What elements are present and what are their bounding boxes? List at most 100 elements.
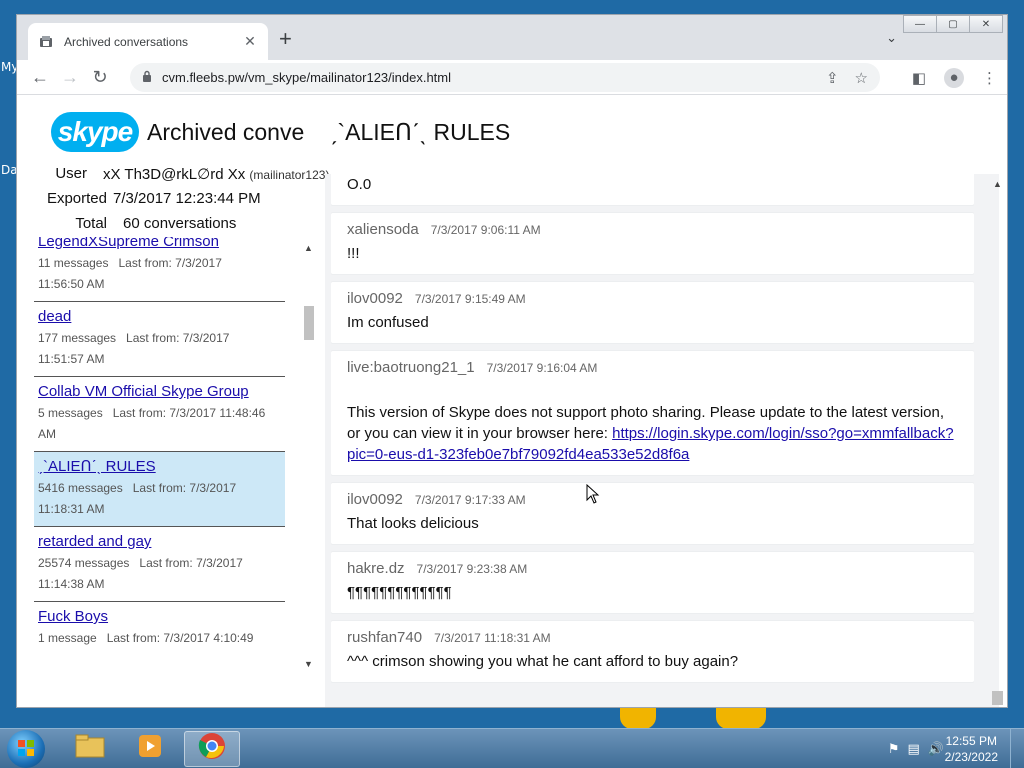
conversation-item[interactable]: LegendXSupreme Crimson 11 messages Last f… bbox=[34, 237, 285, 302]
conversation-item[interactable]: Collab VM Official Skype Group 5 message… bbox=[34, 377, 285, 452]
conversation-list[interactable]: LegendXSupreme Crimson 11 messages Last f… bbox=[34, 237, 285, 687]
conversation-count: 177 messages bbox=[38, 331, 117, 345]
taskbar-clock[interactable]: 12:55 PM 2/23/2022 bbox=[945, 733, 998, 765]
conversation-last: Last from: 7/3/2017 bbox=[139, 556, 243, 570]
message: rushfan740 7/3/2017 11:18:31 AM ^^^ crims… bbox=[331, 621, 974, 682]
maximize-icon: ▢ bbox=[948, 18, 958, 30]
share-icon[interactable]: ⇪ bbox=[826, 69, 839, 87]
conversation-link[interactable]: LegendXSupreme Crimson bbox=[38, 237, 281, 253]
taskbar-explorer[interactable] bbox=[62, 731, 118, 767]
close-icon: ✕ bbox=[981, 18, 991, 30]
conversation-last: Last from: 7/3/2017 bbox=[126, 331, 230, 345]
taskbar-media-player[interactable] bbox=[122, 731, 178, 767]
meta-total-key: Total bbox=[75, 215, 107, 232]
new-tab-button[interactable]: + bbox=[279, 28, 292, 50]
side-panel-icon[interactable]: ◧ bbox=[912, 69, 926, 87]
meta-user-name: xX Th3D@rkL∅rd Xx bbox=[103, 165, 246, 183]
conversation-info: 5 messages Last from: 7/3/2017 11:48:46 AM bbox=[38, 403, 281, 445]
message-author: live:baotruong21_1 bbox=[347, 359, 475, 376]
folder-icon bbox=[75, 734, 105, 764]
message: O.0 bbox=[331, 174, 974, 205]
volume-icon[interactable]: 🔊 bbox=[928, 741, 944, 757]
message-text: ^^^ crimson showing you what he cant aff… bbox=[347, 653, 739, 670]
meta-user-key: User bbox=[55, 165, 87, 182]
bookmark-star-icon[interactable]: ☆ bbox=[855, 69, 868, 87]
start-button[interactable] bbox=[7, 730, 45, 768]
message-author: hakre.dz bbox=[347, 560, 405, 577]
menu-kebab-icon[interactable]: ⋮ bbox=[982, 69, 997, 87]
network-icon[interactable]: ▤ bbox=[908, 741, 920, 757]
scroll-up-arrow-icon[interactable]: ▲ bbox=[304, 243, 313, 253]
media-player-icon bbox=[137, 733, 163, 765]
conversation-count: 1 message bbox=[38, 631, 97, 645]
conversation-time: 11:56:50 AM bbox=[38, 277, 105, 291]
conversation-item[interactable]: retarded and gay 25574 messages Last from… bbox=[34, 527, 285, 602]
tab-title: Archived conversations bbox=[64, 34, 189, 49]
meta-user-id: (mailinator123) bbox=[249, 167, 330, 182]
tab-search-icon[interactable]: ⌄ bbox=[886, 30, 897, 46]
windows-logo-icon bbox=[17, 739, 35, 760]
action-center-flag-icon[interactable]: ⚑ bbox=[888, 741, 900, 757]
address-bar[interactable]: cvm.fleebs.pw/vm_skype/mailinator123/ind… bbox=[130, 63, 880, 92]
sidebar-scrollbar[interactable]: ▲ ▼ bbox=[304, 239, 314, 669]
conversation-count: 5416 messages bbox=[38, 481, 123, 495]
conversation-item[interactable]: Fuck Boys 1 message Last from: 7/3/2017 4… bbox=[34, 602, 285, 655]
conversation-item[interactable]: dead 177 messages Last from: 7/3/2017 11:5… bbox=[34, 302, 285, 377]
show-desktop-button[interactable] bbox=[1010, 729, 1024, 768]
tab-archived-conversations[interactable]: Archived conversations ✕ bbox=[28, 23, 268, 60]
page-header: skype Archived conve ˏ`ALIEՈˊˎ RULES bbox=[51, 109, 510, 155]
conversation-link[interactable]: retarded and gay bbox=[38, 531, 281, 553]
scroll-down-arrow-icon[interactable]: ▼ bbox=[304, 659, 313, 669]
toolbar-right: ◧ ● ⋮ bbox=[912, 60, 997, 95]
conversation-item-selected[interactable]: ˏ`ALIEՈˊˎ RULES 5416 messages Last from: … bbox=[34, 452, 285, 527]
chrome-icon bbox=[198, 732, 226, 766]
browser-toolbar: ← → ↻ cvm.fleebs.pw/vm_skype/mailinator1… bbox=[17, 60, 1007, 95]
scroll-thumb[interactable] bbox=[992, 691, 1003, 705]
back-button[interactable]: ← bbox=[25, 67, 55, 88]
message: hakre.dz 7/3/2017 9:23:38 AM ¶¶¶¶¶¶¶¶¶¶¶¶… bbox=[331, 552, 974, 613]
conversation-last: Last from: 7/3/2017 bbox=[118, 256, 222, 270]
address-url[interactable]: cvm.fleebs.pw/vm_skype/mailinator123/ind… bbox=[162, 70, 810, 85]
forward-button[interactable]: → bbox=[55, 67, 85, 88]
message-text: ¶¶¶¶¶¶¶¶¶¶¶¶¶ bbox=[347, 584, 452, 601]
conversation-link[interactable]: dead bbox=[38, 306, 281, 328]
conversation-info: 177 messages Last from: 7/3/2017 11:51:57 … bbox=[38, 328, 281, 370]
taskbar: ⚑ ▤ 🔊 12:55 PM 2/23/2022 bbox=[0, 728, 1024, 768]
message-time: 7/3/2017 11:18:31 AM bbox=[434, 631, 551, 645]
page-content: skype Archived conve ˏ`ALIEՈˊˎ RULES Use… bbox=[17, 95, 1007, 707]
conversation-link[interactable]: Collab VM Official Skype Group bbox=[38, 381, 281, 403]
desktop-wallpaper-fragment bbox=[716, 705, 766, 729]
scroll-up-arrow-icon[interactable]: ▲ bbox=[993, 179, 1002, 189]
conversation-link[interactable]: ˏ`ALIEՈˊˎ RULES bbox=[38, 456, 281, 478]
clock-time: 12:55 PM bbox=[945, 734, 997, 748]
conversation-count: 25574 messages bbox=[38, 556, 130, 570]
conversation-info: 1 message Last from: 7/3/2017 4:10:49 bbox=[38, 628, 281, 649]
conversation-last: Last from: 7/3/2017 11:48:46 bbox=[112, 406, 266, 420]
desktop-wallpaper-fragment bbox=[620, 705, 656, 729]
message: ilov0092 7/3/2017 9:17:33 AM That looks d… bbox=[331, 483, 974, 544]
profile-avatar-icon[interactable]: ● bbox=[944, 67, 964, 88]
tab-close-icon[interactable]: ✕ bbox=[242, 33, 258, 50]
message-time: 7/3/2017 9:15:49 AM bbox=[414, 292, 526, 306]
conversation-time: 11:14:38 AM bbox=[38, 577, 105, 591]
message-time: 7/3/2017 9:16:04 AM bbox=[486, 361, 598, 375]
scroll-thumb[interactable] bbox=[304, 306, 314, 340]
meta-user-row: User xX Th3D@rkL∅rd Xx (mailinator123) bbox=[37, 161, 337, 186]
page-title: Archived conve ˏ`ALIEՈˊˎ RULES bbox=[147, 118, 511, 145]
maximize-button[interactable]: ▢ bbox=[936, 15, 970, 33]
meta-exported-key: Exported bbox=[46, 190, 107, 207]
message-time: 7/3/2017 9:17:33 AM bbox=[414, 493, 526, 507]
conversation-info: 25574 messages Last from: 7/3/2017 11:14:3… bbox=[38, 553, 281, 595]
close-window-button[interactable]: ✕ bbox=[969, 15, 1003, 33]
conversation-link[interactable]: Fuck Boys bbox=[38, 606, 281, 628]
taskbar-chrome[interactable] bbox=[184, 731, 240, 767]
message-text: O.0 bbox=[347, 176, 372, 193]
message-list[interactable]: O.0 xaliensoda 7/3/2017 9:06:11 AM !!! il… bbox=[331, 174, 974, 704]
message-time: 7/3/2017 9:06:11 AM bbox=[430, 223, 541, 237]
conversation-count: 5 messages bbox=[38, 406, 103, 420]
conversation-count: 11 messages bbox=[38, 256, 109, 270]
reload-button[interactable]: ↻ bbox=[85, 67, 115, 88]
minimize-button[interactable]: — bbox=[903, 15, 937, 33]
page-favicon-icon bbox=[38, 34, 54, 50]
page-scrollbar[interactable]: ▲ bbox=[991, 175, 1003, 705]
